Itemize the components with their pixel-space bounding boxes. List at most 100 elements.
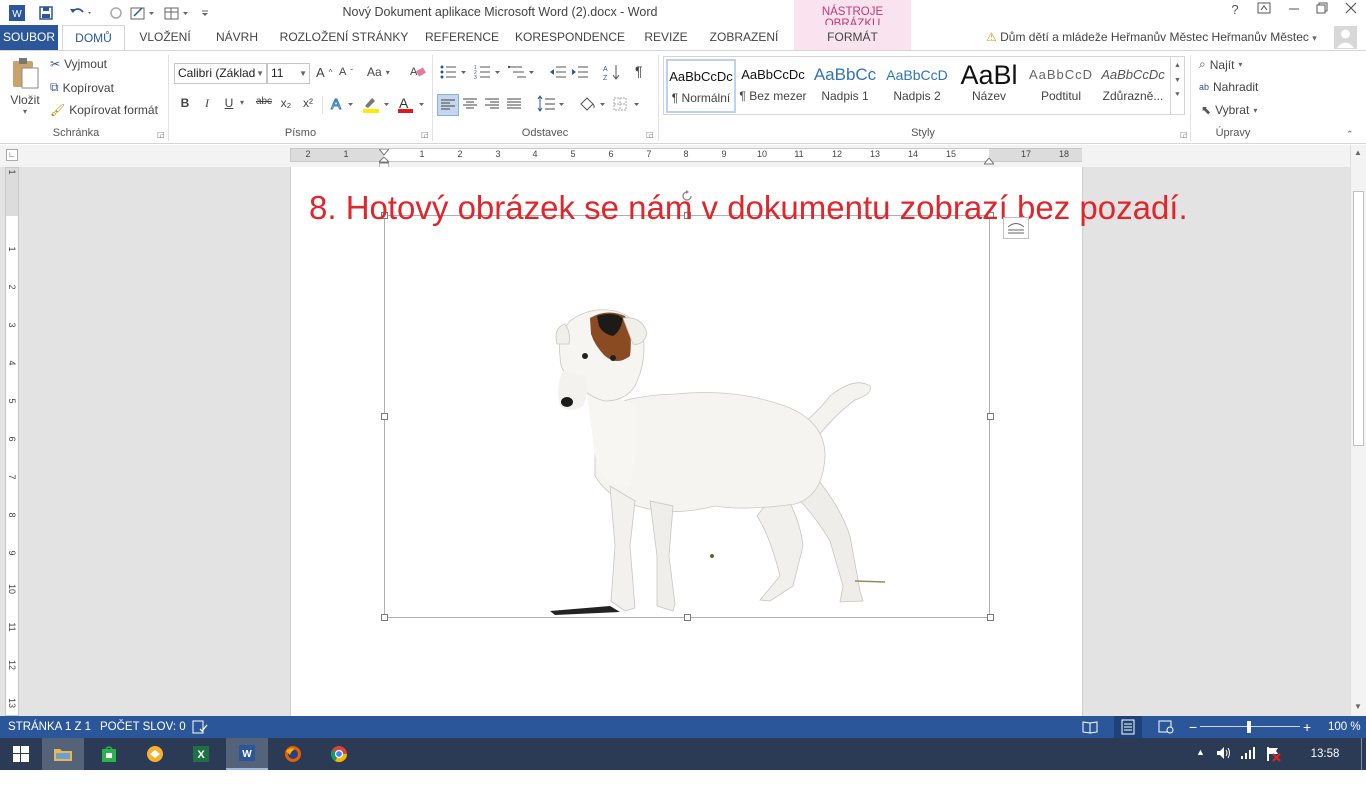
select-button[interactable]: ⬉ Vybrat ▾ <box>1201 103 1257 117</box>
styles-scroll[interactable]: ▲ ▼ ⯆ <box>1170 57 1184 114</box>
vertical-ruler[interactable]: 1 1 2 3 4 5 6 7 8 9 10 11 12 13 <box>5 167 19 716</box>
sticky-notes-icon[interactable] <box>134 738 176 770</box>
show-desktop-button[interactable] <box>1361 738 1366 770</box>
tab-view[interactable]: ZOBRAZENÍ <box>702 25 786 50</box>
style-title[interactable]: AaBl Název <box>954 59 1024 113</box>
first-line-indent-marker[interactable] <box>377 146 391 156</box>
volume-icon[interactable] <box>1216 746 1232 763</box>
help-button[interactable]: ? <box>1222 2 1248 22</box>
dog-picture[interactable] <box>385 216 989 617</box>
word-taskbar-icon[interactable]: W <box>226 738 268 770</box>
ribbon-display-options-icon[interactable] <box>1251 2 1277 22</box>
shrink-font-button[interactable]: Aˇ <box>339 66 353 78</box>
layout-options-icon[interactable] <box>1003 217 1029 239</box>
align-left-button[interactable] <box>437 94 459 116</box>
restore-icon[interactable] <box>1309 2 1335 22</box>
dialog-launcher-icon[interactable]: ◲ <box>157 130 165 139</box>
action-center-icon[interactable] <box>1265 746 1281 765</box>
word-count[interactable]: POČET SLOV: 0 <box>100 716 186 738</box>
dialog-launcher-icon[interactable]: ◲ <box>1180 130 1188 139</box>
resize-handle[interactable] <box>381 614 388 621</box>
windows-start-icon[interactable] <box>0 738 42 770</box>
strikethrough-button[interactable]: abc <box>252 96 276 114</box>
picture-selection-frame[interactable] <box>381 190 994 621</box>
zoom-out-icon[interactable]: − <box>1189 716 1197 738</box>
tab-insert[interactable]: VLOŽENÍ <box>130 25 200 50</box>
subscript-button[interactable]: x₂ <box>276 96 296 114</box>
format-painter-button[interactable]: 🖌 Kopírovat formát <box>50 103 158 117</box>
page-count[interactable]: STRÁNKA 1 Z 1 <box>8 716 91 738</box>
network-icon[interactable] <box>1240 746 1256 763</box>
chevron-up-icon[interactable]: ▲ <box>1171 62 1184 69</box>
read-mode-icon[interactable] <box>1082 716 1098 738</box>
dialog-launcher-icon[interactable]: ◲ <box>421 130 429 139</box>
tab-file[interactable]: SOUBOR <box>0 25 58 50</box>
collapse-ribbon-icon[interactable]: ⌃ <box>1346 129 1354 140</box>
vertical-scrollbar[interactable]: ▲ ▼ <box>1350 145 1366 716</box>
tab-mailings[interactable]: KORESPONDENCE <box>512 25 628 50</box>
justify-button[interactable] <box>505 95 523 116</box>
horizontal-ruler[interactable]: 2 1 1 2 3 4 5 6 7 8 9 10 11 12 13 14 15 17 18 <box>290 146 1082 169</box>
style-normal[interactable]: AaBbCcDc ¶ Normální <box>666 59 736 113</box>
tab-format[interactable]: FORMÁT <box>794 25 911 50</box>
account-menu[interactable]: ⚠ Dům dětí a mládeže Heřmanův Městec Heř… <box>986 25 1317 50</box>
numbering-button[interactable]: 123 <box>474 64 504 83</box>
excel-icon[interactable]: X <box>180 738 222 770</box>
text-effects-button[interactable]: A <box>330 95 354 113</box>
line-spacing-button[interactable] <box>537 95 567 116</box>
store-icon[interactable] <box>88 738 130 770</box>
scroll-up-icon[interactable]: ▲ <box>1354 148 1362 157</box>
chevron-down-icon[interactable]: ▼ <box>1171 77 1184 84</box>
increase-indent-button[interactable] <box>571 64 589 83</box>
resize-handle[interactable] <box>987 614 994 621</box>
zoom-slider-thumb[interactable] <box>1247 721 1251 733</box>
tab-page-layout[interactable]: ROZLOŽENÍ STRÁNKY <box>275 25 413 50</box>
firefox-icon[interactable] <box>272 738 314 770</box>
dialog-launcher-icon[interactable]: ◲ <box>646 130 654 139</box>
document-heading[interactable]: 8. Hotový obrázek se nám v dokumentu zob… <box>309 189 1188 227</box>
style-subtle-emphasis[interactable]: AaBbCcDc Zdůrazně... <box>1098 59 1168 113</box>
bold-button[interactable]: B <box>175 96 195 114</box>
superscript-button[interactable]: x² <box>298 96 318 114</box>
highlight-color-button[interactable] <box>362 95 392 113</box>
font-color-button[interactable]: A <box>397 95 427 113</box>
zoom-level[interactable]: 100 % <box>1328 716 1361 738</box>
styles-gallery[interactable]: AaBbCcDc ¶ Normální AaBbCcDc ¶ Bez mezer… <box>663 56 1185 115</box>
italic-button[interactable]: I <box>197 96 217 114</box>
style-no-spacing[interactable]: AaBbCcDc ¶ Bez mezer <box>738 59 808 113</box>
zoom-in-icon[interactable]: + <box>1303 716 1311 738</box>
right-indent-marker[interactable] <box>982 155 996 165</box>
resize-handle[interactable] <box>987 413 994 420</box>
show-formatting-button[interactable]: ¶ <box>635 63 643 79</box>
underline-button[interactable]: U <box>219 96 239 114</box>
shading-button[interactable] <box>578 95 608 116</box>
sort-button[interactable]: AZ <box>603 63 621 84</box>
copy-button[interactable]: ⧉ Kopírovat <box>50 80 114 95</box>
tab-design[interactable]: NÁVRH <box>205 25 269 50</box>
more-styles-icon[interactable]: ⯆ <box>1171 90 1184 100</box>
align-center-button[interactable] <box>461 95 479 116</box>
avatar[interactable] <box>1334 26 1357 49</box>
style-subtitle[interactable]: AaBbCcD Podtitul <box>1026 59 1096 113</box>
find-button[interactable]: ⌕ Najít ▾ <box>1199 57 1242 72</box>
resize-handle[interactable] <box>381 413 388 420</box>
tab-review[interactable]: REVIZE <box>636 25 696 50</box>
chrome-icon[interactable] <box>318 738 360 770</box>
scroll-thumb[interactable] <box>1353 191 1364 446</box>
style-heading-1[interactable]: AaBbCc Nadpis 1 <box>810 59 880 113</box>
font-name-combo[interactable]: Calibri (Základ ▼ <box>174 63 267 84</box>
tab-home[interactable]: DOMŮ <box>62 25 125 51</box>
chevron-down-icon[interactable]: ▾ <box>240 98 244 107</box>
decrease-indent-button[interactable] <box>549 64 567 83</box>
replace-button[interactable]: ab Nahradit <box>1199 80 1258 94</box>
borders-button[interactable] <box>612 95 642 116</box>
style-heading-2[interactable]: AaBbCcD Nadpis 2 <box>882 59 952 113</box>
clock[interactable]: 13:58 <box>1300 738 1350 770</box>
web-layout-icon[interactable] <box>1158 716 1174 738</box>
clear-formatting-icon[interactable]: A <box>410 64 426 78</box>
tab-references[interactable]: REFERENCE <box>420 25 504 50</box>
resize-handle[interactable] <box>684 614 691 621</box>
bullets-button[interactable] <box>440 64 470 83</box>
minimize-icon[interactable] <box>1281 2 1307 22</box>
scroll-down-icon[interactable]: ▼ <box>1354 702 1362 711</box>
